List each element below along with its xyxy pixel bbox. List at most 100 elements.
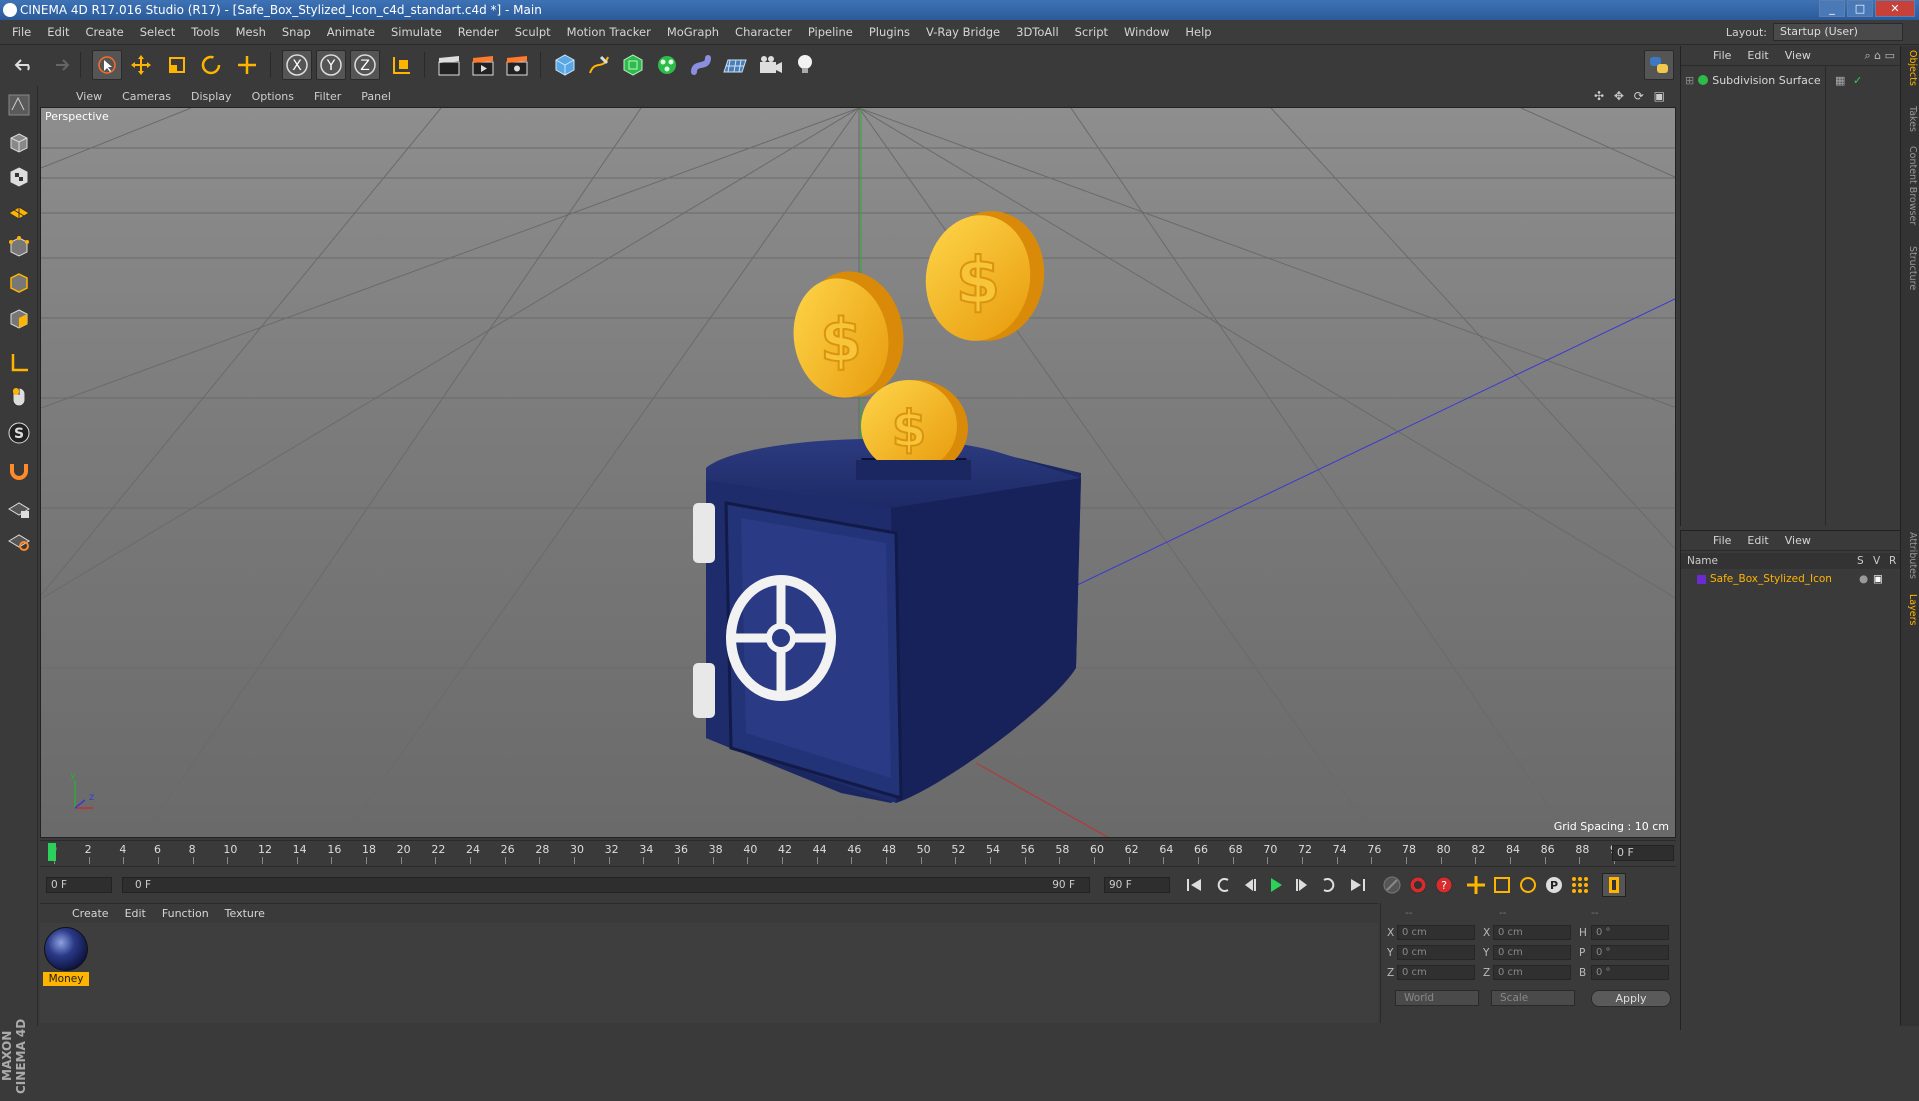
coordinate-system-button[interactable] xyxy=(386,50,416,80)
menu-3dtoall[interactable]: 3DToAll xyxy=(1008,25,1067,39)
menu-window[interactable]: Window xyxy=(1116,25,1177,39)
go-to-end-button[interactable] xyxy=(1346,873,1370,897)
tab-layers[interactable]: Layers xyxy=(1903,594,1918,625)
tab-structure[interactable]: Structure xyxy=(1903,246,1918,290)
rotate-tool-button[interactable] xyxy=(196,50,226,80)
preview-range-slider[interactable]: 0 F 90 F xyxy=(122,877,1090,893)
record-active-objects-button[interactable] xyxy=(1406,873,1430,897)
menu-tools[interactable]: Tools xyxy=(183,25,227,39)
key-parameter-button[interactable]: P xyxy=(1542,873,1566,897)
minimize-button[interactable]: _ xyxy=(1819,0,1845,17)
scale-tool-button[interactable] xyxy=(162,50,192,80)
layer-color-swatch[interactable] xyxy=(1697,574,1706,584)
menu-select[interactable]: Select xyxy=(132,25,183,39)
maximize-button[interactable]: □ xyxy=(1847,0,1873,17)
key-rotation-button[interactable] xyxy=(1516,873,1540,897)
pos-x-field[interactable]: 0 cm xyxy=(1397,925,1475,940)
object-enabled-check-icon[interactable]: ✓ xyxy=(1853,74,1862,87)
render-picture-viewer-button[interactable] xyxy=(468,50,498,80)
transform-tool-button[interactable] xyxy=(232,50,262,80)
python-button[interactable] xyxy=(1644,50,1674,80)
cloner-button[interactable] xyxy=(652,50,682,80)
edges-mode-button[interactable] xyxy=(4,268,34,298)
snapping-button[interactable]: S xyxy=(4,418,34,448)
play-button[interactable] xyxy=(1264,873,1288,897)
viewport-menu-options[interactable]: Options xyxy=(242,90,304,103)
model-mode-button[interactable] xyxy=(4,128,34,158)
viewport-menu-display[interactable]: Display xyxy=(181,90,242,103)
viewport-menu-filter[interactable]: Filter xyxy=(304,90,351,103)
current-frame-field[interactable]: 0 F xyxy=(1612,845,1674,861)
perspective-viewport[interactable]: $ $ $ y z Perspective Grid Spacing : 10 … xyxy=(40,107,1676,838)
object-menu-edit[interactable]: Edit xyxy=(1739,49,1776,62)
start-frame-field[interactable]: 0 F xyxy=(46,877,112,893)
viewport-menu-cameras[interactable]: Cameras xyxy=(112,90,181,103)
menu-simulate[interactable]: Simulate xyxy=(383,25,450,39)
key-scale-button[interactable] xyxy=(1490,873,1514,897)
viewport-camera-label[interactable]: Perspective xyxy=(45,110,109,123)
z-axis-button[interactable]: Z xyxy=(350,50,380,80)
polygons-mode-button[interactable] xyxy=(4,304,34,334)
layer-menu-view[interactable]: View xyxy=(1777,534,1819,547)
menu-help[interactable]: Help xyxy=(1177,25,1219,39)
y-axis-button[interactable]: Y xyxy=(316,50,346,80)
menu-script[interactable]: Script xyxy=(1067,25,1116,39)
next-key-button[interactable] xyxy=(1316,873,1340,897)
pos-y-field[interactable]: 0 cm xyxy=(1397,945,1475,960)
render-settings-button[interactable] xyxy=(502,50,532,80)
spline-pen-button[interactable] xyxy=(584,50,614,80)
points-mode-button[interactable] xyxy=(4,232,34,262)
move-tool-button[interactable] xyxy=(126,50,156,80)
object-row-subdivision-surface[interactable]: ⊞ Subdivision Surface ▦ ✓ xyxy=(1685,72,1899,88)
cube-primitive-button[interactable] xyxy=(550,50,580,80)
tab-attributes[interactable]: Attributes xyxy=(1903,532,1918,579)
material-menu-texture[interactable]: Texture xyxy=(217,907,273,920)
layer-solo-icon[interactable]: ● xyxy=(1859,573,1868,585)
menu-mesh[interactable]: Mesh xyxy=(228,25,274,39)
object-menu-file[interactable]: File xyxy=(1705,49,1739,62)
viewport-navigation-icons[interactable]: ✣ ✥ ⟳ ▣ xyxy=(1594,89,1668,103)
menu-motion-tracker[interactable]: Motion Tracker xyxy=(559,25,659,39)
material-money[interactable]: Money xyxy=(43,927,89,986)
size-z-field[interactable]: 0 cm xyxy=(1493,965,1571,980)
autokeying-button[interactable]: ? xyxy=(1432,873,1456,897)
layer-visible-icon[interactable]: ▣ xyxy=(1873,573,1883,585)
menu-vray-bridge[interactable]: V-Ray Bridge xyxy=(918,25,1008,39)
material-menu-edit[interactable]: Edit xyxy=(117,907,154,920)
menu-render[interactable]: Render xyxy=(450,25,507,39)
apply-button[interactable]: Apply xyxy=(1591,990,1671,1007)
previous-key-button[interactable] xyxy=(1212,873,1236,897)
menu-create[interactable]: Create xyxy=(78,25,132,39)
record-keys-disabled-button[interactable] xyxy=(1380,873,1404,897)
key-position-button[interactable] xyxy=(1464,873,1488,897)
go-to-start-button[interactable] xyxy=(1182,873,1206,897)
render-view-button[interactable] xyxy=(434,50,464,80)
material-menu-function[interactable]: Function xyxy=(154,907,217,920)
undo-button[interactable] xyxy=(10,50,40,80)
pos-z-field[interactable]: 0 cm xyxy=(1397,965,1475,980)
locked-workplane-button[interactable] xyxy=(4,494,34,524)
rot-b-field[interactable]: 0 ° xyxy=(1591,965,1669,980)
menu-pipeline[interactable]: Pipeline xyxy=(800,25,861,39)
layer-menu-edit[interactable]: Edit xyxy=(1739,534,1776,547)
axis-mode-button[interactable] xyxy=(4,348,34,378)
coordinate-mode-select[interactable]: World xyxy=(1395,990,1479,1006)
timeline-window-button[interactable] xyxy=(1602,873,1626,897)
rot-p-field[interactable]: 0 ° xyxy=(1591,945,1669,960)
tweak-mode-button[interactable] xyxy=(4,382,34,412)
viewport-menu-view[interactable]: View xyxy=(66,90,112,103)
light-button[interactable] xyxy=(790,50,820,80)
menu-snap[interactable]: Snap xyxy=(274,25,319,39)
tab-content-browser[interactable]: Content Browser xyxy=(1903,146,1918,225)
expand-toggle-icon[interactable]: ⊞ xyxy=(1685,74,1694,87)
object-menu-view[interactable]: View xyxy=(1777,49,1819,62)
redo-button[interactable] xyxy=(44,50,74,80)
make-editable-button[interactable] xyxy=(4,90,34,120)
subdivision-surface-button[interactable] xyxy=(618,50,648,80)
size-x-field[interactable]: 0 cm xyxy=(1493,925,1571,940)
layout-select[interactable]: Startup (User) xyxy=(1773,23,1903,41)
key-pla-button[interactable] xyxy=(1568,873,1592,897)
object-search-icon[interactable]: ⌕ ⌂ ▭ xyxy=(1864,49,1895,63)
viewport-menu-panel[interactable]: Panel xyxy=(351,90,401,103)
object-layer-icon[interactable]: ▦ xyxy=(1835,74,1845,87)
